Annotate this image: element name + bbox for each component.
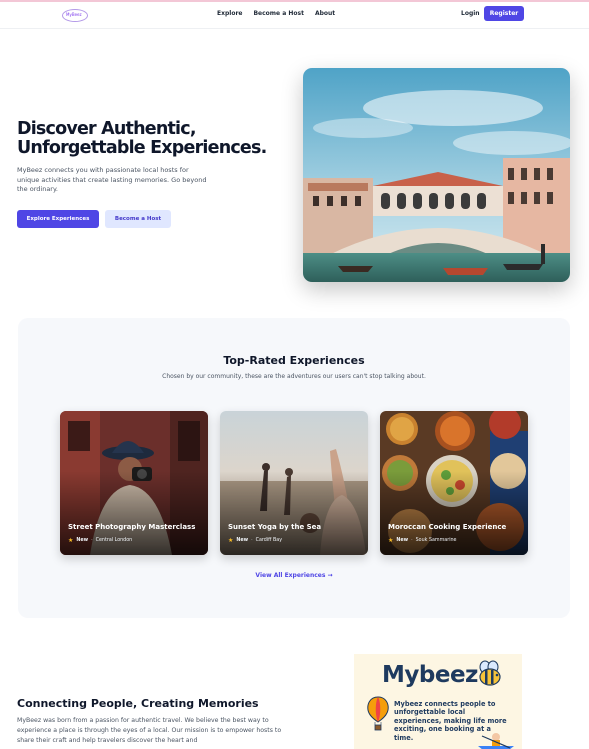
view-all-experiences-link[interactable]: View All Experiences → bbox=[18, 572, 570, 579]
main-nav: Explore Become a Host About bbox=[217, 10, 335, 17]
card-title: Street Photography Masterclass bbox=[68, 523, 196, 531]
hero-title-line-2: Unforgettable Experiences. bbox=[17, 138, 267, 158]
star-icon: ★ bbox=[388, 537, 394, 544]
nav-link-become-host[interactable]: Become a Host bbox=[253, 10, 303, 17]
hero-title-line-1: Discover Authentic, bbox=[17, 119, 196, 139]
mybeez-promo-card: Mybeez Mybeez connects people to unforge… bbox=[354, 654, 522, 749]
about-title: Connecting People, Creating Memories bbox=[17, 697, 259, 710]
login-link[interactable]: Login bbox=[461, 10, 480, 17]
hero-title: Discover Authentic, Unforgettable Experi… bbox=[17, 120, 287, 158]
card-meta: ★ New · Central London bbox=[68, 537, 132, 544]
experience-card[interactable]: Sunset Yoga by the Sea ★ New · Cardiff B… bbox=[220, 411, 368, 555]
section-title: Top-Rated Experiences bbox=[223, 354, 365, 367]
card-badge: New bbox=[236, 538, 249, 543]
about-text: MyBeez was born from a passion for authe… bbox=[17, 717, 282, 744]
section-subtitle: Chosen by our community, these are the a… bbox=[162, 373, 426, 380]
hero-description: MyBeez connects you with passionate loca… bbox=[17, 166, 207, 193]
bee-icon bbox=[479, 660, 501, 686]
mybeez-logo-text: Mybeez bbox=[382, 662, 478, 688]
card-location: Central London bbox=[95, 538, 133, 543]
explore-experiences-button[interactable]: Explore Experiences bbox=[17, 210, 99, 228]
card-title: Moroccan Cooking Experience bbox=[388, 523, 507, 531]
kayak-illustration-icon bbox=[478, 733, 514, 749]
star-icon: ★ bbox=[228, 537, 234, 544]
hot-air-balloon-icon bbox=[367, 696, 389, 731]
brand-logo[interactable]: MyBeez bbox=[62, 9, 88, 22]
hero-image-venice bbox=[303, 68, 570, 282]
experience-card[interactable]: Moroccan Cooking Experience ★ New · Souk… bbox=[380, 411, 528, 555]
become-host-button[interactable]: Become a Host bbox=[105, 210, 171, 228]
star-icon: ★ bbox=[68, 537, 74, 544]
card-title: Sunset Yoga by the Sea bbox=[228, 523, 322, 531]
card-meta: ★ New · Souk Sammarine bbox=[388, 537, 457, 544]
card-badge: New bbox=[76, 538, 89, 543]
separator-dot: · bbox=[91, 538, 93, 543]
top-navbar: MyBeez Explore Become a Host About Login… bbox=[0, 2, 589, 29]
card-location: Souk Sammarine bbox=[415, 538, 457, 543]
nav-link-explore[interactable]: Explore bbox=[217, 10, 242, 17]
card-meta: ★ New · Cardiff Bay bbox=[228, 537, 282, 544]
separator-dot: · bbox=[251, 538, 253, 543]
separator-dot: · bbox=[411, 538, 413, 543]
card-location: Cardiff Bay bbox=[255, 538, 283, 543]
brand-logo-text: MyBeez bbox=[66, 12, 82, 17]
experience-card[interactable]: Street Photography Masterclass ★ New · C… bbox=[60, 411, 208, 555]
card-badge: New bbox=[396, 538, 409, 543]
register-button[interactable]: Register bbox=[484, 6, 524, 21]
nav-link-about[interactable]: About bbox=[315, 10, 335, 17]
top-rated-section: Top-Rated Experiences Chosen by our comm… bbox=[18, 318, 570, 618]
